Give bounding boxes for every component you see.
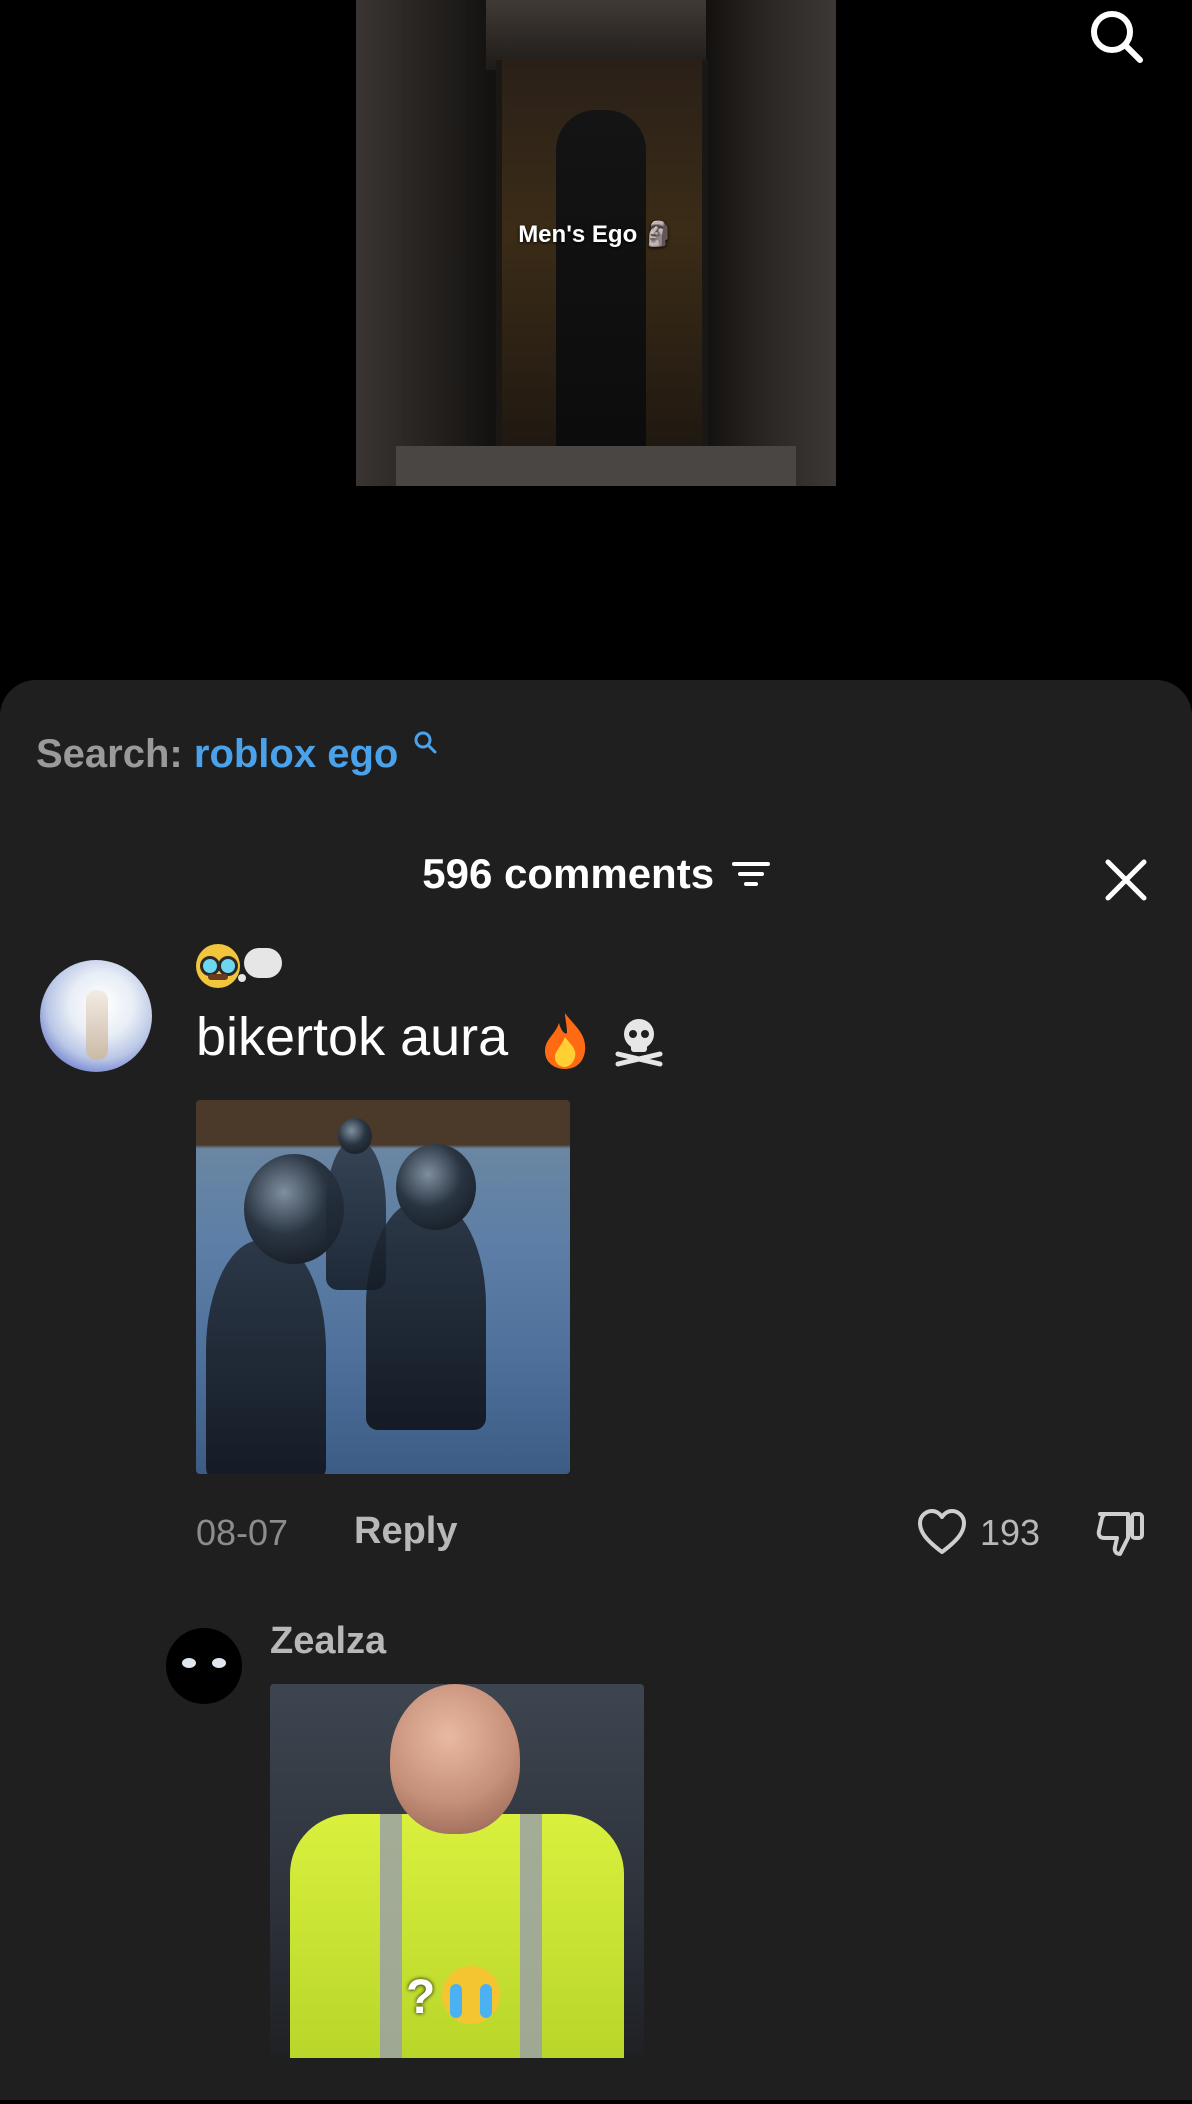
door-step — [396, 446, 796, 486]
reply-author[interactable]: Zealza — [270, 1620, 386, 1663]
heart-icon[interactable] — [916, 1506, 968, 1558]
search-icon[interactable] — [1086, 6, 1146, 66]
disguised-face-icon — [196, 944, 240, 988]
search-suggestion[interactable]: Search: roblox ego — [36, 731, 437, 777]
thought-bubble-icon — [238, 948, 282, 982]
rider-figure — [206, 1240, 326, 1474]
rider-helmet — [338, 1118, 372, 1154]
thumbs-down-icon[interactable] — [1094, 1506, 1148, 1560]
avatar-eye — [212, 1658, 226, 1668]
comment-body: bikertok aura — [196, 1007, 509, 1067]
avatar-eye — [182, 1658, 196, 1668]
comment-text: bikertok aura — [196, 1006, 666, 1071]
sort-filter-icon[interactable] — [731, 858, 770, 890]
reply-button[interactable]: Reply — [354, 1510, 457, 1553]
video-player[interactable]: Men's Ego 🗿 — [356, 0, 836, 486]
safety-vest — [290, 1814, 624, 2058]
search-term-link[interactable]: roblox ego — [194, 732, 398, 776]
like-count: 193 — [980, 1512, 1041, 1553]
comments-sheet: Search: roblox ego 596 comments bikertok… — [0, 680, 1192, 2100]
crying-face-icon — [442, 1966, 500, 2024]
search-label: Search: — [36, 732, 183, 776]
avatar[interactable] — [40, 960, 152, 1072]
man-head — [390, 1684, 520, 1834]
avatar-figure — [86, 990, 108, 1060]
comment-count: 596 comments — [422, 850, 715, 897]
close-icon[interactable] — [1104, 858, 1148, 902]
comment-image[interactable] — [196, 1100, 570, 1474]
skull-crossbones-icon — [615, 1018, 663, 1067]
rider-helmet — [396, 1144, 476, 1230]
question-mark: ? — [406, 1971, 436, 2024]
rider-figure — [326, 1140, 386, 1290]
video-person — [556, 110, 646, 486]
comment-count-header: 596 comments — [0, 850, 1192, 898]
reply-avatar[interactable] — [166, 1628, 242, 1704]
comment-actions: 08-07 Reply 193 — [196, 1502, 1156, 1562]
comment-date: 08-07 — [196, 1512, 289, 1553]
search-mini-icon — [414, 731, 437, 754]
reply-image[interactable]: ? — [270, 1684, 644, 2058]
reply-actions-partial — [270, 2084, 1160, 2104]
video-caption: Men's Ego 🗿 — [518, 221, 674, 248]
fire-icon — [545, 1012, 586, 1069]
